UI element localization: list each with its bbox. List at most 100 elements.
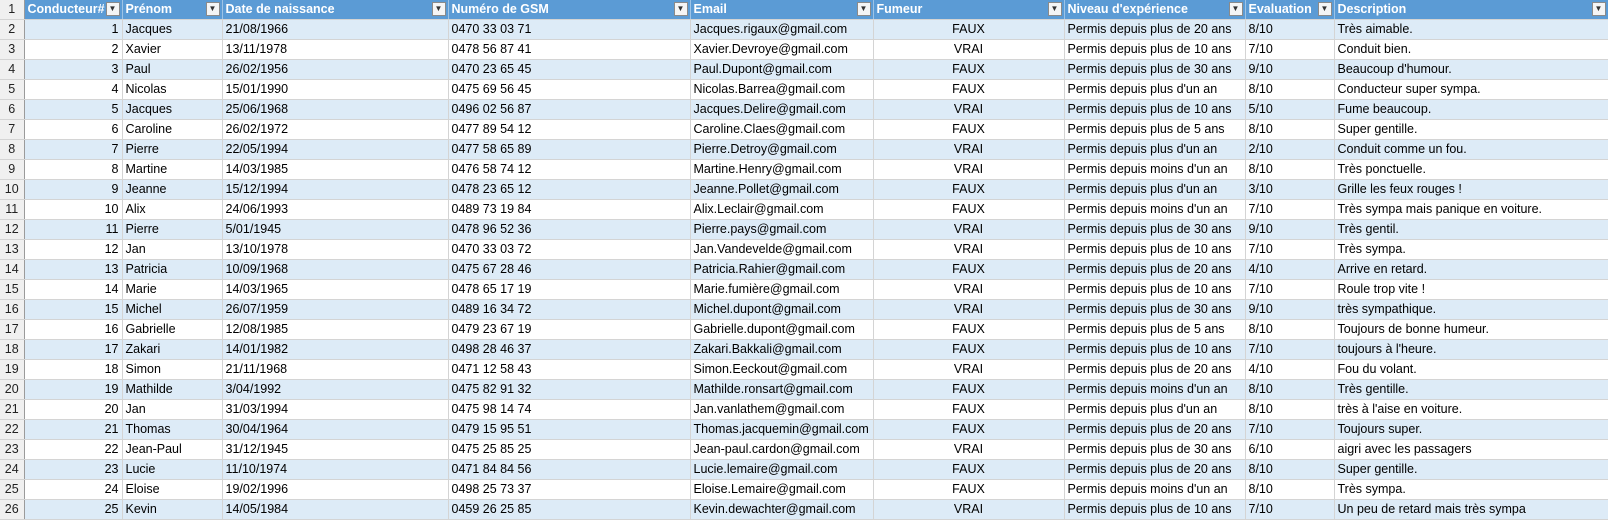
cell-niveau[interactable]: Permis depuis plus d'un an [1064, 399, 1246, 420]
cell-gsm[interactable]: 0478 23 65 12 [448, 179, 691, 200]
cell-date-naissance[interactable]: 14/01/1982 [222, 339, 449, 360]
cell-email[interactable]: Pierre.Detroy@gmail.com [690, 139, 874, 160]
cell-description[interactable]: Roule trop vite ! [1334, 279, 1608, 300]
row-header[interactable]: 6 [0, 99, 25, 120]
cell-prenom[interactable]: Gabrielle [122, 319, 223, 340]
row-header[interactable]: 14 [0, 259, 25, 280]
cell-date-naissance[interactable]: 21/11/1968 [222, 359, 449, 380]
cell-date-naissance[interactable]: 22/05/1994 [222, 139, 449, 160]
cell-fumeur[interactable]: FAUX [873, 59, 1065, 80]
cell-conducteur[interactable]: 7 [24, 139, 123, 160]
cell-email[interactable]: Martine.Henry@gmail.com [690, 159, 874, 180]
cell-email[interactable]: Jean-paul.cardon@gmail.com [690, 439, 874, 460]
cell-prenom[interactable]: Alix [122, 199, 223, 220]
filter-dropdown-icon[interactable]: ▼ [1591, 2, 1606, 16]
cell-fumeur[interactable]: FAUX [873, 379, 1065, 400]
cell-description[interactable]: Très sympa mais panique en voiture. [1334, 199, 1608, 220]
cell-prenom[interactable]: Pierre [122, 219, 223, 240]
cell-fumeur[interactable]: FAUX [873, 339, 1065, 360]
cell-conducteur[interactable]: 22 [24, 439, 123, 460]
cell-description[interactable]: Un peu de retard mais très sympa [1334, 499, 1608, 520]
cell-prenom[interactable]: Marie [122, 279, 223, 300]
cell-prenom[interactable]: Patricia [122, 259, 223, 280]
cell-niveau[interactable]: Permis depuis plus de 5 ans [1064, 319, 1246, 340]
cell-email[interactable]: Xavier.Devroye@gmail.com [690, 39, 874, 60]
cell-email[interactable]: Simon.Eeckout@gmail.com [690, 359, 874, 380]
cell-email[interactable]: Marie.fumière@gmail.com [690, 279, 874, 300]
cell-niveau[interactable]: Permis depuis plus de 10 ans [1064, 239, 1246, 260]
cell-description[interactable]: Arrive en retard. [1334, 259, 1608, 280]
cell-fumeur[interactable]: FAUX [873, 179, 1065, 200]
cell-conducteur[interactable]: 6 [24, 119, 123, 140]
cell-prenom[interactable]: Lucie [122, 459, 223, 480]
row-header[interactable]: 22 [0, 419, 25, 440]
cell-date-naissance[interactable]: 14/03/1965 [222, 279, 449, 300]
cell-date-naissance[interactable]: 24/06/1993 [222, 199, 449, 220]
cell-fumeur[interactable]: FAUX [873, 319, 1065, 340]
cell-gsm[interactable]: 0471 12 58 43 [448, 359, 691, 380]
cell-fumeur[interactable]: VRAI [873, 359, 1065, 380]
filter-dropdown-icon[interactable]: ▼ [673, 2, 688, 16]
filter-dropdown-icon[interactable]: ▼ [1317, 2, 1332, 16]
cell-gsm[interactable]: 0478 65 17 19 [448, 279, 691, 300]
cell-evaluation[interactable]: 2/10 [1245, 139, 1335, 160]
cell-description[interactable]: Fume beaucoup. [1334, 99, 1608, 120]
cell-date-naissance[interactable]: 30/04/1964 [222, 419, 449, 440]
cell-conducteur[interactable]: 3 [24, 59, 123, 80]
cell-fumeur[interactable]: FAUX [873, 79, 1065, 100]
cell-conducteur[interactable]: 23 [24, 459, 123, 480]
cell-date-naissance[interactable]: 26/02/1956 [222, 59, 449, 80]
cell-fumeur[interactable]: FAUX [873, 419, 1065, 440]
cell-niveau[interactable]: Permis depuis plus d'un an [1064, 139, 1246, 160]
cell-prenom[interactable]: Jacques [122, 99, 223, 120]
cell-prenom[interactable]: Simon [122, 359, 223, 380]
cell-email[interactable]: Nicolas.Barrea@gmail.com [690, 79, 874, 100]
cell-fumeur[interactable]: FAUX [873, 399, 1065, 420]
cell-fumeur[interactable]: FAUX [873, 259, 1065, 280]
cell-conducteur[interactable]: 8 [24, 159, 123, 180]
cell-description[interactable]: Fou du volant. [1334, 359, 1608, 380]
cell-gsm[interactable]: 0479 23 67 19 [448, 319, 691, 340]
cell-prenom[interactable]: Xavier [122, 39, 223, 60]
cell-email[interactable]: Jan.Vandevelde@gmail.com [690, 239, 874, 260]
cell-evaluation[interactable]: 9/10 [1245, 299, 1335, 320]
row-header[interactable]: 21 [0, 399, 25, 420]
cell-fumeur[interactable]: FAUX [873, 479, 1065, 500]
cell-prenom[interactable]: Jacques [122, 19, 223, 40]
cell-niveau[interactable]: Permis depuis plus de 30 ans [1064, 219, 1246, 240]
cell-date-naissance[interactable]: 19/02/1996 [222, 479, 449, 500]
cell-date-naissance[interactable]: 10/09/1968 [222, 259, 449, 280]
cell-date-naissance[interactable]: 11/10/1974 [222, 459, 449, 480]
row-header[interactable]: 8 [0, 139, 25, 160]
row-header[interactable]: 16 [0, 299, 25, 320]
cell-email[interactable]: Caroline.Claes@gmail.com [690, 119, 874, 140]
cell-date-naissance[interactable]: 13/10/1978 [222, 239, 449, 260]
cell-niveau[interactable]: Permis depuis plus de 10 ans [1064, 39, 1246, 60]
cell-evaluation[interactable]: 8/10 [1245, 79, 1335, 100]
cell-fumeur[interactable]: VRAI [873, 159, 1065, 180]
cell-niveau[interactable]: Permis depuis plus de 10 ans [1064, 99, 1246, 120]
cell-prenom[interactable]: Jan [122, 399, 223, 420]
cell-evaluation[interactable]: 9/10 [1245, 59, 1335, 80]
cell-prenom[interactable]: Kevin [122, 499, 223, 520]
cell-niveau[interactable]: Permis depuis moins d'un an [1064, 159, 1246, 180]
cell-evaluation[interactable]: 8/10 [1245, 459, 1335, 480]
cell-evaluation[interactable]: 5/10 [1245, 99, 1335, 120]
row-header[interactable]: 7 [0, 119, 25, 140]
row-header[interactable]: 15 [0, 279, 25, 300]
cell-gsm[interactable]: 0471 84 84 56 [448, 459, 691, 480]
cell-description[interactable]: Conducteur super sympa. [1334, 79, 1608, 100]
cell-email[interactable]: Patricia.Rahier@gmail.com [690, 259, 874, 280]
cell-fumeur[interactable]: VRAI [873, 99, 1065, 120]
cell-evaluation[interactable]: 8/10 [1245, 319, 1335, 340]
cell-gsm[interactable]: 0459 26 25 85 [448, 499, 691, 520]
cell-evaluation[interactable]: 9/10 [1245, 219, 1335, 240]
cell-date-naissance[interactable]: 5/01/1945 [222, 219, 449, 240]
cell-email[interactable]: Jacques.Delire@gmail.com [690, 99, 874, 120]
cell-prenom[interactable]: Mathilde [122, 379, 223, 400]
cell-niveau[interactable]: Permis depuis plus de 20 ans [1064, 259, 1246, 280]
cell-conducteur[interactable]: 13 [24, 259, 123, 280]
cell-prenom[interactable]: Pierre [122, 139, 223, 160]
filter-dropdown-icon[interactable]: ▼ [1047, 2, 1062, 16]
cell-gsm[interactable]: 0475 82 91 32 [448, 379, 691, 400]
